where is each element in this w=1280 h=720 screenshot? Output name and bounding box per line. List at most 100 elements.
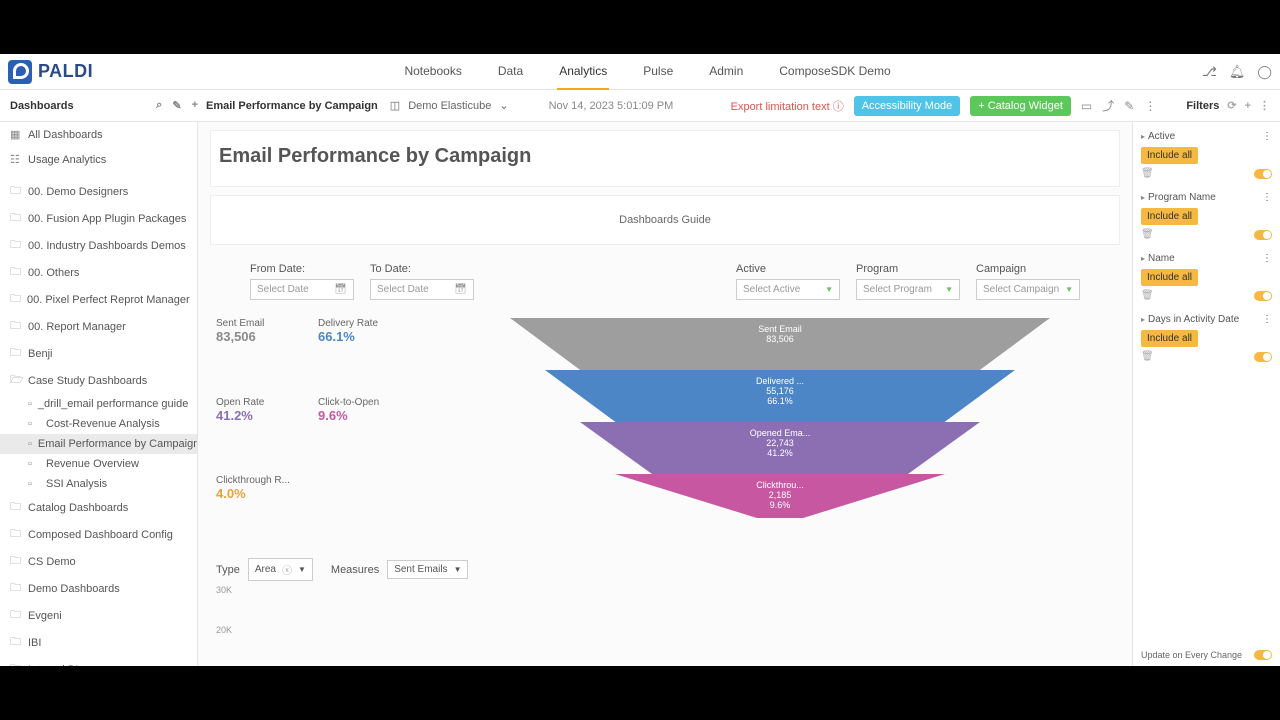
datasource-picker[interactable]: ◫ Demo Elasticube ⌄	[390, 99, 509, 112]
filter-group-header[interactable]: ▸Program Name⋮	[1141, 189, 1272, 206]
measures-select[interactable]: Sent Emails▼	[387, 560, 468, 579]
stat-label: Delivery Rate	[318, 318, 394, 329]
filter-group-header[interactable]: ▸Days in Activity Date⋮	[1141, 311, 1272, 328]
toolbar: Dashboards ⌕ ✎ + Email Performance by Ca…	[0, 90, 1280, 122]
stat-value: 41.2%	[216, 408, 292, 423]
from-date-input[interactable]: Select Date📅︎	[250, 279, 354, 300]
trash-icon[interactable]: 🗑︎	[1141, 229, 1154, 240]
nav-links: Notebooks Data Analytics Pulse Admin Com…	[402, 54, 892, 90]
filter-group-header[interactable]: ▸Name⋮	[1141, 250, 1272, 267]
update-toggle[interactable]	[1254, 650, 1272, 660]
funnel-step[interactable]: Opened Ema...22,74341.2%	[580, 422, 980, 474]
more-icon[interactable]: ⋮	[1262, 131, 1272, 142]
sidebar-folder[interactable]: 🗀00. Demo Designers	[0, 178, 197, 205]
sidebar-dashboard[interactable]: ▫Cost-Revenue Analysis	[0, 414, 197, 434]
trash-icon[interactable]: 🗑︎	[1141, 168, 1154, 179]
funnel-step[interactable]: Delivered ...55,17666.1%	[545, 370, 1015, 422]
nav-pulse[interactable]: Pulse	[641, 54, 675, 90]
sidebar-folder[interactable]: 🗀Benji	[0, 340, 197, 367]
folder-icon: 🗀	[10, 660, 22, 666]
user-icon[interactable]: ◯	[1257, 64, 1272, 80]
sidebar-dashboard-selected[interactable]: ▫Email Performance by Campaign	[0, 434, 197, 454]
sidebar-all-dashboards[interactable]: ▦All Dashboards	[0, 122, 197, 147]
folder-icon: 🗀	[10, 606, 22, 625]
timestamp: Nov 14, 2023 5:01:09 PM	[549, 100, 674, 112]
sidebar-dashboard[interactable]: ▫Revenue Overview	[0, 454, 197, 474]
trash-icon[interactable]: 🗑︎	[1141, 290, 1154, 301]
content: Email Performance by Campaign Dashboards…	[198, 122, 1132, 666]
sidebar-folder[interactable]: 🗀Catalog Dashboards	[0, 494, 197, 521]
more-icon[interactable]: ⋮	[1262, 192, 1272, 203]
more-icon[interactable]: ⋮	[1262, 253, 1272, 264]
nav-icons: ⎇ 🔔︎ ◯	[1202, 64, 1272, 80]
sidebar-folder[interactable]: 🗀Demo Dashboards	[0, 575, 197, 602]
add-filter-icon[interactable]: +	[1245, 100, 1251, 112]
edit-icon[interactable]: ✎	[172, 99, 181, 112]
bell-icon[interactable]: 🔔︎	[1229, 64, 1246, 80]
stat-label: Open Rate	[216, 397, 292, 408]
to-date-input[interactable]: Select Date📅︎	[370, 279, 474, 300]
more-icon[interactable]: ⋮	[1144, 99, 1156, 113]
calendar-icon: 📅︎	[454, 284, 467, 295]
more-icon[interactable]: ⋮	[1262, 314, 1272, 325]
folder-icon: 🗀	[10, 317, 22, 336]
y-tick: 20K	[210, 625, 1120, 635]
sidebar-folder[interactable]: 🗀IBI	[0, 629, 197, 656]
type-select[interactable]: Areaⓧ▼	[248, 558, 313, 581]
stat-label: Clickthrough R...	[216, 475, 292, 486]
pdf-icon[interactable]: ▭	[1081, 99, 1092, 113]
campaign-select[interactable]: Select Campaign▼	[976, 279, 1080, 300]
refresh-icon[interactable]: ⟳	[1227, 99, 1236, 112]
nav-composesdk[interactable]: ComposeSDK Demo	[777, 54, 892, 90]
sidebar-folder[interactable]: 🗀00. Pixel Perfect Reprot Manager	[0, 286, 197, 313]
sidebar-folder[interactable]: 🗀Composed Dashboard Config	[0, 521, 197, 548]
filter-toggle[interactable]	[1254, 352, 1272, 362]
sidebar-dashboard[interactable]: ▫SSI Analysis	[0, 474, 197, 494]
catalog-widget-button[interactable]: + Catalog Widget	[970, 96, 1071, 116]
filter-toggle[interactable]	[1254, 230, 1272, 240]
filter-tag[interactable]: Include all	[1141, 147, 1198, 164]
filter-toggle[interactable]	[1254, 169, 1272, 179]
search-icon[interactable]: ⌕	[156, 99, 162, 112]
sidebar-folder[interactable]: 🗀00. Report Manager	[0, 313, 197, 340]
clear-icon[interactable]: ⓧ	[282, 562, 292, 577]
guide-link[interactable]: Dashboards Guide	[210, 195, 1120, 245]
nav-data[interactable]: Data	[496, 54, 525, 90]
folder-icon: 🗀	[10, 263, 22, 282]
sidebar-folder-open[interactable]: 🗁Case Study Dashboards	[0, 367, 197, 394]
funnel-step[interactable]: Sent Email83,506	[510, 318, 1050, 370]
filter-more-icon[interactable]: ⋮	[1259, 99, 1270, 112]
sidebar-folder[interactable]: 🗀00. Others	[0, 259, 197, 286]
sidebar-usage-analytics[interactable]: ☷Usage Analytics	[0, 147, 197, 172]
grid-icon: ▦	[10, 128, 22, 141]
nav-analytics[interactable]: Analytics	[557, 54, 609, 90]
sidebar-folder[interactable]: 🗀CS Demo	[0, 548, 197, 575]
sidebar-folder[interactable]: 🗀00. Fusion App Plugin Packages	[0, 205, 197, 232]
pencil-icon[interactable]: ✎	[1124, 99, 1134, 113]
page-title: Email Performance by Campaign	[210, 130, 1120, 187]
sidebar-dashboard[interactable]: ▫_drill_email performance guide	[0, 394, 197, 414]
filter-tag[interactable]: Include all	[1141, 269, 1198, 286]
filter-toggle[interactable]	[1254, 291, 1272, 301]
to-date-label: To Date:	[370, 263, 474, 275]
funnel-step[interactable]: Clickthrou...2,1859.6%	[615, 474, 945, 518]
nav-admin[interactable]: Admin	[707, 54, 745, 90]
program-select[interactable]: Select Program▼	[856, 279, 960, 300]
stat-value: 66.1%	[318, 329, 394, 344]
nav-notebooks[interactable]: Notebooks	[402, 54, 463, 90]
filter-group-header[interactable]: ▸Active⋮	[1141, 128, 1272, 145]
sidebar-folder[interactable]: 🗀Internal BI	[0, 656, 197, 666]
logo-icon	[8, 60, 32, 84]
git-icon[interactable]: ⎇	[1202, 64, 1217, 80]
stat-value: 83,506	[216, 329, 292, 344]
active-select[interactable]: Select Active▼	[736, 279, 840, 300]
filter-tag[interactable]: Include all	[1141, 208, 1198, 225]
filter-tag[interactable]: Include all	[1141, 330, 1198, 347]
sidebar-folder[interactable]: 🗀00. Industry Dashboards Demos	[0, 232, 197, 259]
trash-icon[interactable]: 🗑︎	[1141, 351, 1154, 362]
cube-icon: ◫	[390, 99, 400, 112]
export-limitation-link[interactable]: Export limitation text ⓘ	[731, 98, 844, 114]
accessibility-button[interactable]: Accessibility Mode	[854, 96, 960, 116]
sidebar-folder[interactable]: 🗀Evgeni	[0, 602, 197, 629]
share-icon[interactable]: ⤴	[1102, 97, 1114, 114]
